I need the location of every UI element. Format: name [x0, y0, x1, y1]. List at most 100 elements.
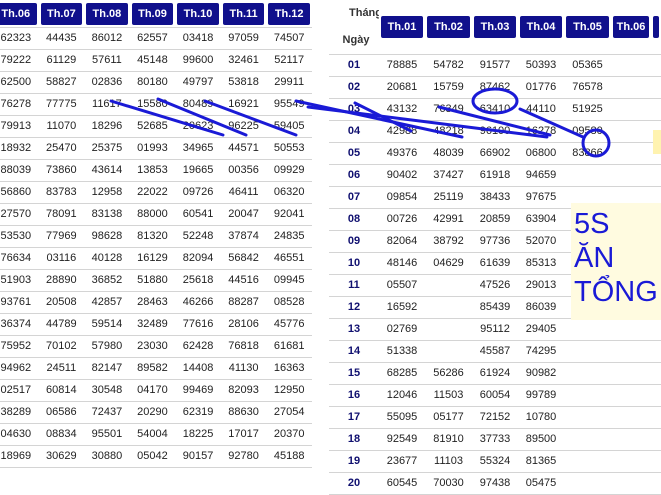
result-cell: 20047	[220, 203, 267, 226]
result-cell: 22022	[129, 181, 176, 204]
result-cell: 57611	[84, 49, 130, 72]
result-cell: 83138	[84, 203, 130, 226]
result-cell: 51925	[564, 98, 611, 121]
day-cell: 19	[329, 450, 379, 473]
table-row: 04630 08834 95501 54004 18225 17017 20370	[0, 423, 312, 446]
result-cell: 03116	[38, 247, 85, 270]
result-cell: 85439	[472, 296, 518, 319]
result-cell: 04630	[0, 423, 39, 446]
result-cell: 20859	[472, 208, 518, 231]
result-cell: 27054	[266, 401, 312, 424]
result-cell: 23677	[379, 450, 425, 473]
month-header-label: Th.08	[86, 2, 128, 25]
result-cell: 04629	[425, 252, 472, 275]
result-cell: 58827	[38, 71, 85, 94]
month-header-cell: Th.12	[266, 0, 312, 28]
result-cell: 44516	[220, 269, 267, 292]
result-cell	[425, 296, 472, 319]
day-cell: 12	[329, 296, 379, 319]
result-cell: 59514	[84, 313, 130, 336]
table-row: 01 78885 54782 91577 50393 05365	[329, 54, 661, 77]
promo-line-3: TỔNG	[574, 276, 658, 308]
empty-cell	[651, 54, 661, 77]
result-cell: 20290	[129, 401, 176, 424]
result-cell: 05177	[425, 406, 472, 429]
result-cell: 05507	[379, 274, 425, 297]
month-header-label: Th.07	[40, 2, 83, 25]
result-cell	[564, 340, 611, 363]
month-header-label: Th.03	[474, 16, 516, 38]
result-cell: 66902	[472, 142, 518, 165]
result-cell: 46551	[266, 247, 312, 270]
result-cell: 56286	[425, 362, 472, 385]
result-cell	[564, 450, 611, 473]
result-cell: 52070	[518, 230, 564, 253]
result-cell: 43132	[379, 98, 425, 121]
result-cell: 60054	[472, 384, 518, 407]
result-cell: 72152	[472, 406, 518, 429]
result-cell: 08528	[266, 291, 312, 314]
result-cell: 76818	[220, 335, 267, 358]
day-cell: 01	[329, 54, 379, 77]
table-divider	[313, 0, 329, 449]
result-cell: 95501	[84, 423, 130, 446]
result-cell: 95549	[266, 93, 312, 116]
month-header-label: Th.10	[177, 2, 219, 25]
result-cell: 82147	[84, 357, 130, 380]
result-cell: 16129	[129, 247, 176, 270]
result-cell: 25470	[38, 137, 85, 160]
day-cell: 16	[329, 384, 379, 407]
result-cell: 53818	[220, 71, 267, 94]
result-cell: 40128	[84, 247, 130, 270]
result-cell: 88039	[0, 159, 39, 182]
result-cell: 16278	[518, 120, 564, 143]
empty-cell	[651, 362, 661, 385]
month-header-label: Th.06	[613, 16, 649, 38]
day-cell: 05	[329, 142, 379, 165]
result-cell: 52685	[129, 115, 176, 138]
result-cell: 88287	[220, 291, 267, 314]
result-cell: 86039	[518, 296, 564, 319]
result-cell: 57980	[84, 335, 130, 358]
result-cell: 96100	[472, 120, 518, 143]
result-cell: 25618	[175, 269, 221, 292]
day-cell: 06	[329, 164, 379, 187]
result-cell: 44110	[518, 98, 564, 121]
empty-cell	[611, 142, 651, 165]
result-cell: 23030	[129, 335, 176, 358]
result-cell: 15759	[425, 76, 472, 99]
result-cell: 17017	[220, 423, 267, 446]
result-cell: 24511	[38, 357, 85, 380]
empty-cell	[611, 384, 651, 407]
empty-cell	[611, 164, 651, 187]
result-cell: 49376	[379, 142, 425, 165]
result-cell: 38433	[472, 186, 518, 209]
table-row: 51903 28890 36852 51880 25618 44516 09945	[0, 269, 312, 292]
result-cell: 09945	[266, 269, 312, 292]
empty-cell	[651, 318, 661, 341]
day-cell: 04	[329, 120, 379, 143]
result-cell: 01776	[518, 76, 564, 99]
month-header-cell: Th.05	[564, 0, 611, 55]
empty-cell	[611, 340, 651, 363]
empty-cell	[651, 450, 661, 473]
result-cell: 45776	[266, 313, 312, 336]
result-cell: 02836	[84, 71, 130, 94]
result-cell: 36852	[84, 269, 130, 292]
result-cell: 20370	[266, 423, 312, 446]
result-cell: 63904	[518, 208, 564, 231]
result-cell: 95112	[472, 318, 518, 341]
table-row: 15 68285 56286 61924 90982	[329, 362, 661, 385]
result-cell: 76578	[564, 76, 611, 99]
result-cell: 60814	[38, 379, 85, 402]
table-row: 03 43132 76349 63410 44110 51925	[329, 98, 661, 121]
month-header-label: Th.09	[131, 2, 174, 25]
result-cell: 76634	[0, 247, 39, 270]
month-header-cell	[651, 0, 661, 55]
table-row: 19 23677 11103 55324 81365	[329, 450, 661, 473]
result-cell: 90402	[379, 164, 425, 187]
result-cell: 73860	[38, 159, 85, 182]
result-cell: 11103	[425, 450, 472, 473]
result-cell	[564, 428, 611, 451]
result-cell: 29013	[518, 274, 564, 297]
